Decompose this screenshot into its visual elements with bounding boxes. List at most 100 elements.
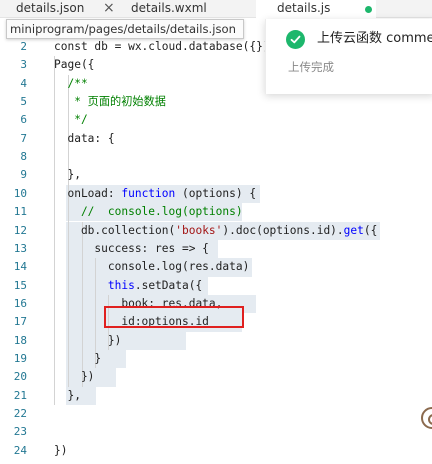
code-token: db.collection( (54, 223, 176, 237)
line-number: 23 (13, 425, 27, 439)
line-number: 15 (13, 278, 27, 292)
line-number: 11 (13, 205, 27, 219)
line-number: 19 (13, 351, 27, 365)
code-line[interactable]: 18 }) (0, 332, 432, 350)
tab-label: details.json (16, 1, 85, 15)
code-token: * 页面的初始数据 (54, 95, 166, 109)
code-token: console.log(res.data) (54, 260, 250, 274)
toast-title: 上传云函数 comme (317, 31, 432, 46)
code-token: success: res => { (54, 241, 209, 255)
code-token: ).doc(options.id). (222, 223, 344, 237)
line-number: 7 (20, 131, 27, 145)
code-text: const db = wx.cloud.database({}) (54, 38, 270, 56)
code-text: this.setData({ (54, 277, 202, 295)
code-line[interactable]: 9 }, (0, 166, 432, 184)
code-line[interactable]: 6 */ (0, 111, 432, 129)
code-text: /** (54, 75, 88, 93)
code-line[interactable]: 20 }) (0, 368, 432, 386)
code-token: data: { (54, 131, 115, 145)
close-icon[interactable]: × (103, 0, 115, 17)
code-token: }, (54, 168, 81, 182)
code-token: // console.log(options) (54, 205, 243, 219)
line-number: 9 (20, 168, 27, 182)
code-line[interactable]: 8 (0, 148, 432, 166)
line-number: 8 (20, 150, 27, 164)
code-line[interactable]: 19 } (0, 350, 432, 368)
editor-tab-bar: details.json × details.wxml details.js (0, 0, 432, 18)
code-token: /** (54, 76, 88, 90)
code-line[interactable]: 11 // console.log(options) (0, 203, 432, 221)
code-token: function (121, 186, 176, 200)
code-text: Page({ (54, 56, 94, 74)
unsaved-dot-icon (365, 6, 372, 13)
tab-details-js[interactable]: details.js (256, 0, 376, 18)
code-text: }, (54, 387, 81, 405)
upload-toast: 上传云函数 comme 上传完成 (265, 19, 432, 94)
code-line[interactable]: 15 this.setData({ (0, 277, 432, 295)
code-text: data: { (54, 130, 115, 148)
line-number: 18 (13, 333, 27, 347)
code-token: .setData({ (134, 278, 203, 292)
code-token: (options) { (175, 186, 257, 200)
code-line[interactable]: 24}) (0, 442, 432, 460)
code-text: */ (54, 111, 88, 129)
line-number: 14 (13, 260, 27, 274)
code-line[interactable]: 21 }, (0, 387, 432, 405)
tab-details-wxml[interactable]: details.wxml (131, 0, 207, 18)
line-number: 4 (20, 76, 27, 90)
check-circle-icon (286, 30, 305, 49)
code-token: Page({ (54, 58, 95, 72)
code-line[interactable]: 5 * 页面的初始数据 (0, 93, 432, 111)
code-token: const db = wx.cloud.database({}) (54, 40, 270, 53)
code-text: }) (54, 332, 121, 350)
code-token: } (54, 351, 102, 365)
code-text: * 页面的初始数据 (54, 93, 166, 111)
code-token: }) (54, 443, 68, 457)
code-token: 'books' (175, 223, 223, 237)
tab-details-json[interactable]: details.json (16, 0, 84, 18)
line-number: 2 (20, 40, 27, 53)
code-text: } (54, 350, 101, 368)
line-number: 13 (13, 241, 27, 255)
code-line[interactable]: 13 success: res => { (0, 240, 432, 258)
code-text: // console.log(options) (54, 203, 243, 221)
line-number: 20 (13, 370, 27, 384)
code-token: this (107, 278, 135, 292)
code-text: }, (54, 166, 81, 184)
code-text: success: res => { (54, 240, 209, 258)
code-token: }) (54, 370, 95, 384)
code-token: }) (54, 333, 122, 347)
code-token: */ (54, 113, 88, 127)
code-token: }, (54, 388, 81, 402)
line-number: 17 (13, 315, 27, 329)
line-number: 22 (13, 407, 27, 420)
line-number: 24 (13, 443, 27, 457)
code-token: onLoad: (54, 186, 122, 200)
line-number: 12 (13, 223, 27, 237)
code-text: }) (54, 442, 67, 460)
tab-label: details.wxml (131, 1, 207, 15)
code-token: ({ (363, 223, 378, 237)
code-token: get (343, 223, 364, 237)
code-text: db.collection('books').doc(options.id).g… (54, 222, 377, 240)
code-line[interactable]: 10 onLoad: function (options) { (0, 185, 432, 203)
code-line[interactable]: 12 db.collection('books').doc(options.id… (0, 222, 432, 240)
line-number: 6 (20, 113, 27, 127)
code-text: console.log(res.data) (54, 258, 249, 276)
code-line[interactable]: 14 console.log(res.data) (0, 258, 432, 276)
code-line[interactable]: 7 data: { (0, 130, 432, 148)
code-editor[interactable]: 2 const db = wx.cloud.database({}) 3 Page({… (0, 38, 432, 464)
line-number: 21 (13, 388, 27, 402)
code-line[interactable]: 23 (0, 423, 432, 441)
line-number: 16 (13, 296, 27, 310)
toast-subtitle: 上传完成 (288, 60, 334, 74)
highlight-box (104, 306, 244, 328)
code-text: }) (54, 368, 94, 386)
code-line[interactable]: 22 (0, 405, 432, 423)
code-text: onLoad: function (options) { (54, 185, 256, 203)
line-number: 10 (13, 186, 27, 200)
tab-label: details.js (277, 1, 331, 15)
line-number: 5 (20, 95, 27, 109)
line-number: 3 (20, 58, 27, 72)
